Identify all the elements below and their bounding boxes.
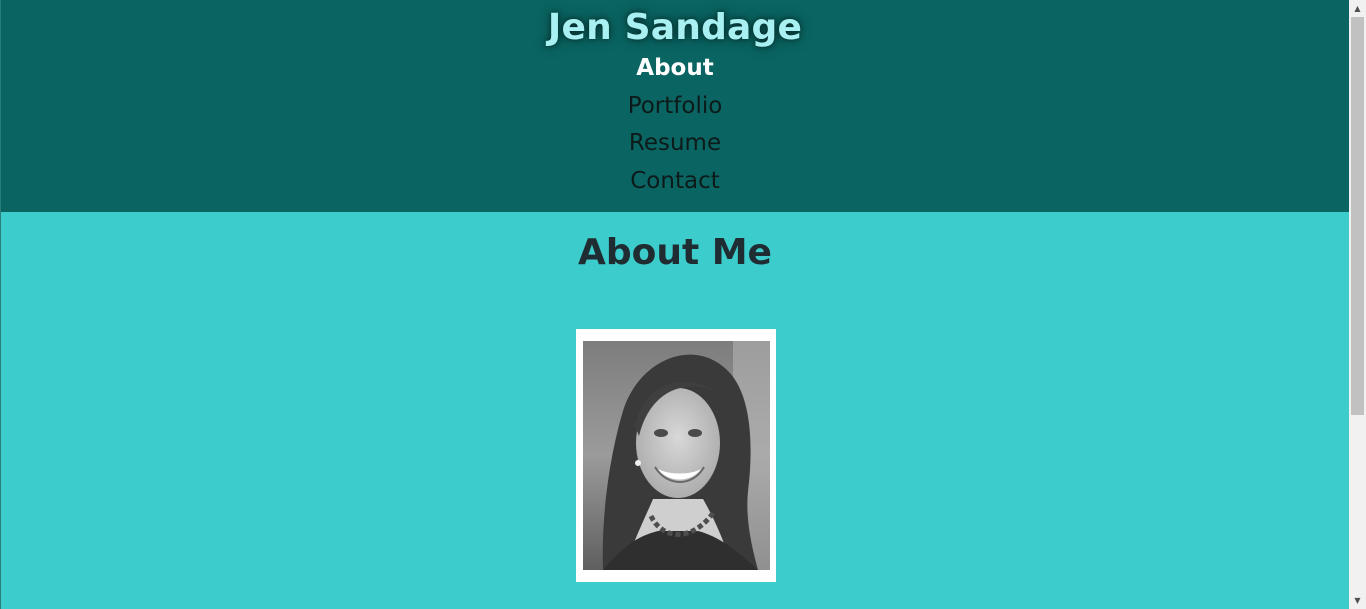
nav-item-resume: Resume (1, 125, 1349, 163)
nav-item-portfolio: Portfolio (1, 88, 1349, 126)
scroll-down-arrow-icon[interactable]: ▼ (1349, 592, 1366, 609)
scrollbar-thumb[interactable] (1351, 17, 1364, 415)
nav-link-portfolio[interactable]: Portfolio (628, 93, 723, 119)
vertical-scrollbar[interactable]: ▲ ▼ (1349, 0, 1366, 609)
profile-photo-frame (576, 329, 776, 582)
site-title: Jen Sandage (547, 7, 803, 48)
main-nav: About Portfolio Resume Contact (1, 50, 1349, 200)
nav-link-contact[interactable]: Contact (630, 168, 719, 194)
profile-photo-image (583, 341, 770, 570)
profile-photo (583, 341, 770, 570)
main-content: About Me (1, 212, 1349, 274)
nav-item-contact: Contact (1, 163, 1349, 201)
page-heading: About Me (578, 232, 772, 273)
site-header: Jen Sandage About Portfolio Resume Conta… (1, 0, 1349, 212)
nav-link-resume[interactable]: Resume (629, 130, 721, 156)
scroll-up-arrow-icon[interactable]: ▲ (1349, 0, 1366, 17)
nav-item-about: About (1, 50, 1349, 88)
nav-link-about[interactable]: About (636, 55, 713, 81)
page-viewport: Jen Sandage About Portfolio Resume Conta… (0, 0, 1349, 609)
